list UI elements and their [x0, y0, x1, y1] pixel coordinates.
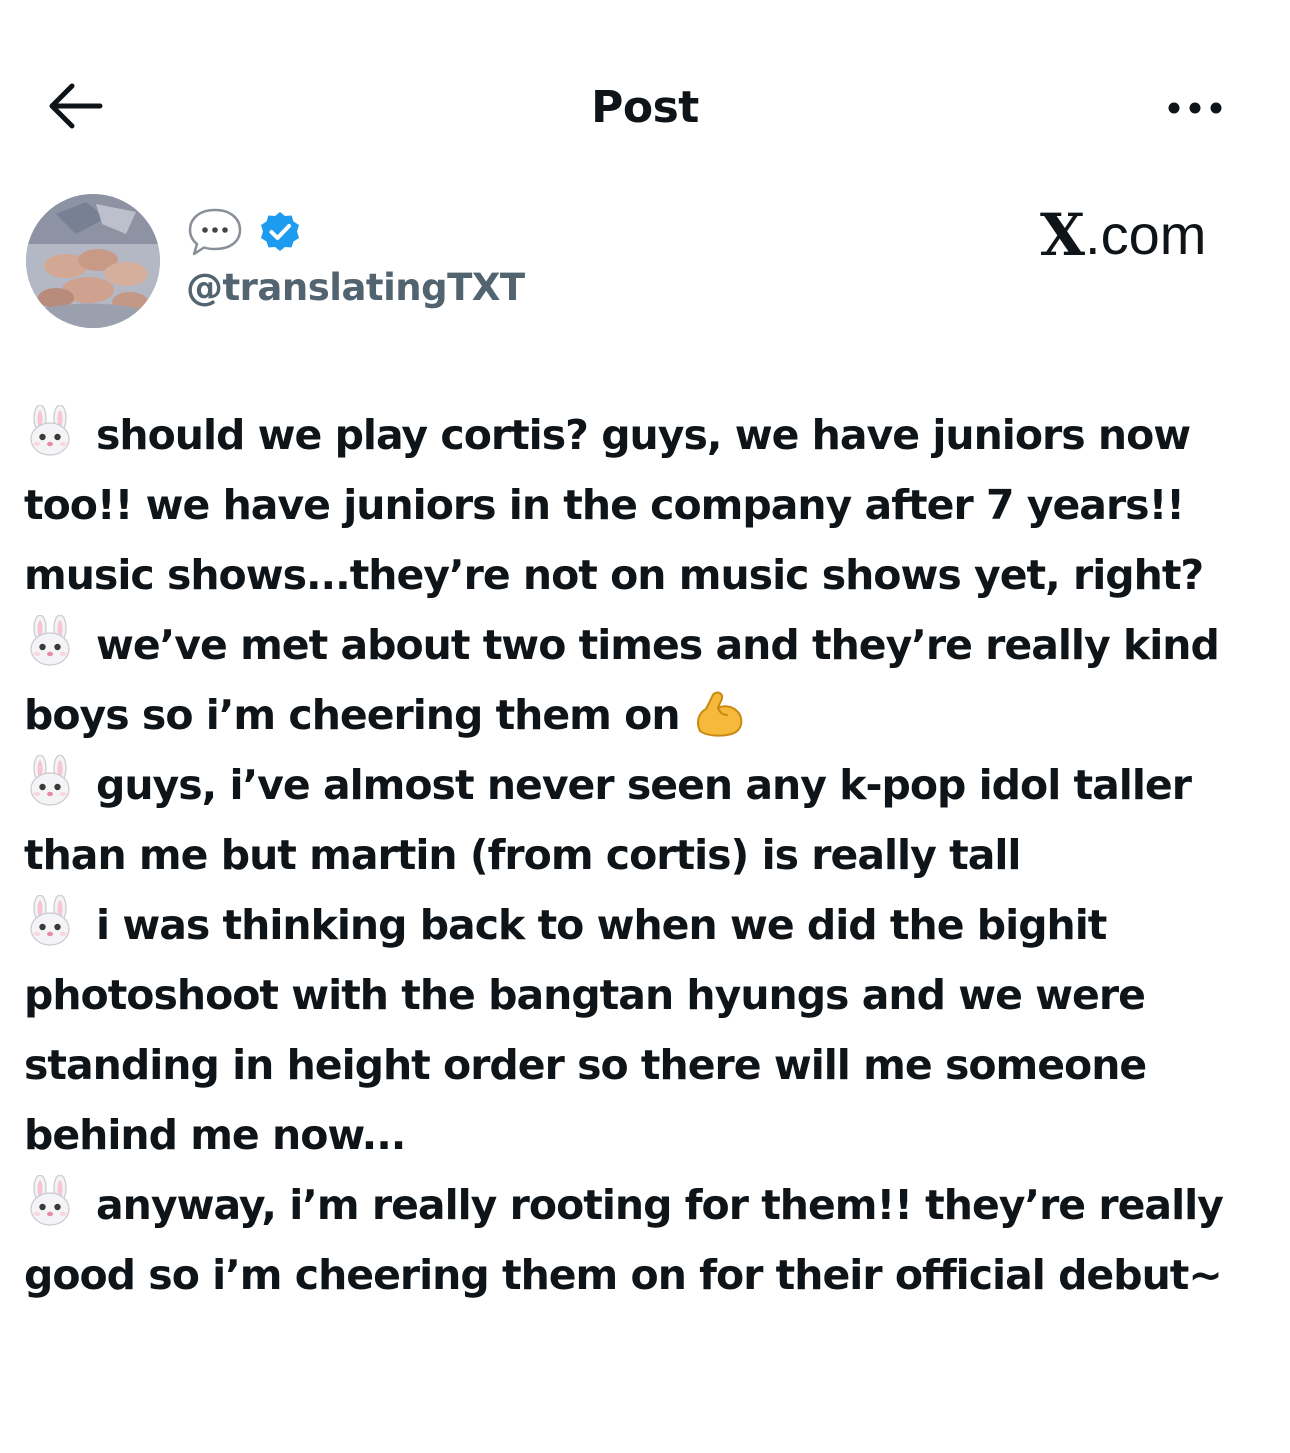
paragraph-text: i was thinking back to when we did the b…: [24, 901, 1147, 1159]
avatar[interactable]: [26, 194, 160, 328]
verified-badge-icon: [261, 212, 299, 251]
paragraph-text: guys, i’ve almost never seen any k-pop i…: [24, 761, 1192, 879]
more-options-button[interactable]: [1160, 90, 1230, 126]
x-logo: X: [1040, 201, 1086, 269]
site-domain: .com: [1085, 203, 1207, 266]
paragraph-text: we’ve met about two times and they’re re…: [24, 621, 1220, 739]
paragraph-text: should we play cortis? guys, we have jun…: [24, 411, 1204, 599]
rabbit-face-icon: [24, 755, 76, 807]
site-watermark: X .com: [1040, 200, 1240, 270]
more-horizontal-icon: [1168, 102, 1222, 114]
post-paragraph: guys, i’ve almost never seen any k-pop i…: [24, 750, 1274, 890]
post-text: should we play cortis? guys, we have jun…: [24, 400, 1274, 1310]
paragraph-text: anyway, i’m really rooting for them!! th…: [24, 1181, 1224, 1299]
rabbit-face-icon: [24, 405, 76, 457]
speech-bubble-icon: [188, 208, 242, 256]
post-paragraph: anyway, i’m really rooting for them!! th…: [24, 1170, 1274, 1310]
rabbit-face-icon: [24, 1175, 76, 1227]
author-handle[interactable]: @translatingTXT: [186, 260, 525, 316]
flexed-biceps-icon: [696, 691, 742, 737]
post-paragraph: we’ve met about two times and they’re re…: [24, 610, 1274, 750]
rabbit-face-icon: [24, 895, 76, 947]
avatar-image: [26, 194, 160, 328]
top-bar: Post: [0, 0, 1290, 190]
rabbit-face-icon: [24, 615, 76, 667]
post-paragraph: i was thinking back to when we did the b…: [24, 890, 1274, 1170]
author-name-row: [186, 206, 302, 258]
page-title: Post: [591, 82, 699, 133]
post-paragraph: should we play cortis? guys, we have jun…: [24, 400, 1274, 610]
